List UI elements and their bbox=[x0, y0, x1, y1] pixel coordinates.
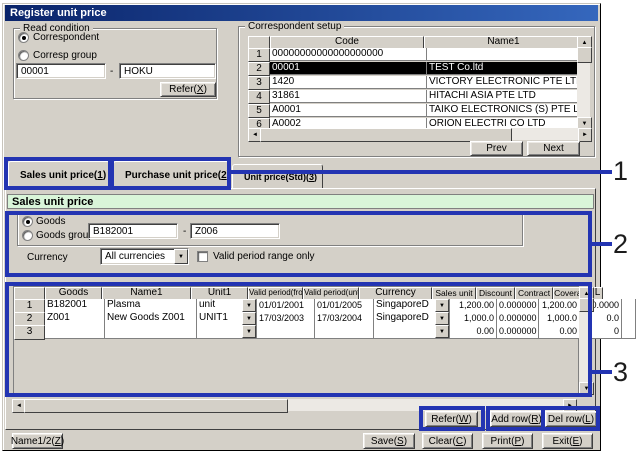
correspondent-hscrollbar[interactable]: ◄ ► bbox=[248, 128, 590, 140]
annotation-line-1 bbox=[229, 170, 612, 174]
hscroll-thumb[interactable] bbox=[260, 128, 512, 142]
section-header: Sales unit price bbox=[7, 194, 594, 209]
screenshot-page: Register unit price Read condition Corre… bbox=[0, 0, 643, 455]
cell-l[interactable] bbox=[622, 312, 636, 326]
annotation-label-1: 1 bbox=[613, 158, 628, 185]
hscroll-thumb[interactable] bbox=[24, 399, 288, 413]
correspondent-vscrollbar[interactable]: ▲ ▼ bbox=[577, 36, 590, 128]
next-button[interactable]: Next bbox=[527, 141, 580, 156]
row-num: 5 bbox=[248, 104, 270, 118]
cell-name1[interactable]: VICTORY ELECTRONIC PTE LTD bbox=[427, 76, 577, 89]
annotation-box-2 bbox=[5, 211, 592, 277]
cell-code[interactable]: 00001 bbox=[270, 62, 427, 75]
row-num: 6 bbox=[248, 118, 270, 128]
scroll-right-icon[interactable]: ► bbox=[578, 128, 592, 142]
prev-button[interactable]: Prev bbox=[470, 141, 523, 156]
cell-name1[interactable]: ORION ELECTRI CO LTD bbox=[427, 118, 577, 128]
annotation-line-2 bbox=[590, 242, 612, 246]
correspondent-radio[interactable] bbox=[18, 32, 29, 43]
row-num: 2 bbox=[248, 62, 270, 76]
cell-l[interactable] bbox=[622, 299, 636, 313]
radio-dot bbox=[22, 36, 26, 40]
table-row-selected[interactable]: 2 00001 TEST Co.ltd bbox=[248, 62, 577, 76]
correspondent-table-body: 1 00000000000000000000 2 00001 TEST Co.l… bbox=[248, 48, 577, 128]
cell-name1[interactable]: TAIKO ELECTRONICS (S) PTE LTD bbox=[427, 104, 577, 117]
annotation-box-1b bbox=[110, 157, 231, 190]
tab-unit-price-std[interactable]: Unit price(Std)(3) bbox=[232, 164, 323, 188]
correspondent-radio-label[interactable]: Correspondent bbox=[33, 32, 99, 43]
clear-button[interactable]: Clear(C) bbox=[422, 433, 473, 449]
row-num: 4 bbox=[248, 90, 270, 104]
cell-code[interactable]: 31861 bbox=[270, 90, 427, 103]
window-title-bar[interactable]: Register unit price bbox=[5, 5, 598, 21]
correspondent-setup-label: Correspondent setup bbox=[245, 21, 344, 32]
corresp-group-radio-label[interactable]: Corresp group bbox=[33, 50, 97, 61]
name12-button[interactable]: Name1/2(Z) bbox=[12, 433, 63, 449]
annotation-box-1a bbox=[4, 157, 112, 190]
cell-name1[interactable]: HITACHI ASIA PTE LTD bbox=[427, 90, 577, 103]
table-row[interactable]: 5 A0001 TAIKO ELECTRONICS (S) PTE LTD bbox=[248, 104, 577, 118]
annotation-label-3: 3 bbox=[613, 359, 628, 386]
exit-button[interactable]: Exit(E) bbox=[542, 433, 593, 449]
annotation-label-2: 2 bbox=[613, 231, 628, 258]
cell-name1[interactable]: TEST Co.ltd bbox=[427, 62, 577, 75]
table-row[interactable]: 3 1420 VICTORY ELECTRONIC PTE LTD bbox=[248, 76, 577, 90]
annotation-box-delrow bbox=[541, 406, 600, 431]
row-num: 1 bbox=[248, 48, 270, 62]
annotation-box-3 bbox=[5, 282, 592, 397]
correspondent-name-field[interactable]: HOKU bbox=[119, 63, 216, 79]
annotation-box-addrow bbox=[486, 406, 545, 431]
cell-code[interactable]: A0002 bbox=[270, 118, 427, 128]
window-title: Register unit price bbox=[10, 7, 107, 19]
annotation-line-3 bbox=[590, 370, 612, 374]
section-header-title: Sales unit price bbox=[12, 196, 93, 208]
table-row[interactable]: 1 00000000000000000000 bbox=[248, 48, 577, 62]
annotation-box-refer bbox=[419, 406, 485, 431]
print-button[interactable]: Print(P) bbox=[482, 433, 533, 449]
save-button[interactable]: Save(S) bbox=[363, 433, 415, 449]
cell-l[interactable] bbox=[622, 325, 636, 339]
cell-code[interactable]: 1420 bbox=[270, 76, 427, 89]
vscroll-thumb[interactable] bbox=[577, 47, 592, 63]
table-row[interactable]: 6 A0002 ORION ELECTRI CO LTD bbox=[248, 118, 577, 128]
row-num: 3 bbox=[248, 76, 270, 90]
table-row[interactable]: 4 31861 HITACHI ASIA PTE LTD bbox=[248, 90, 577, 104]
cell-name1[interactable] bbox=[427, 48, 577, 61]
refer-x-button[interactable]: Refer(X) bbox=[160, 82, 216, 97]
code-name-separator: - bbox=[110, 66, 113, 77]
cell-code[interactable]: 00000000000000000000 bbox=[270, 48, 427, 61]
cell-code[interactable]: A0001 bbox=[270, 104, 427, 117]
corresp-group-radio[interactable] bbox=[18, 50, 29, 61]
correspondent-code-field[interactable]: 00001 bbox=[16, 63, 106, 79]
